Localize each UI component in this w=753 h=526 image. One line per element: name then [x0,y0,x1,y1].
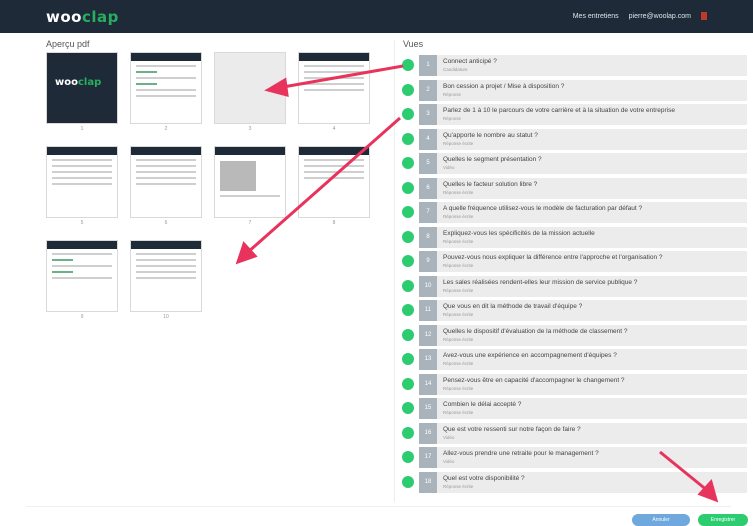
annotation-arrows [235,64,719,503]
arrow-head [264,77,289,98]
arrow-line [282,64,404,89]
arrow-line [659,450,709,493]
arrow-line [247,116,401,254]
